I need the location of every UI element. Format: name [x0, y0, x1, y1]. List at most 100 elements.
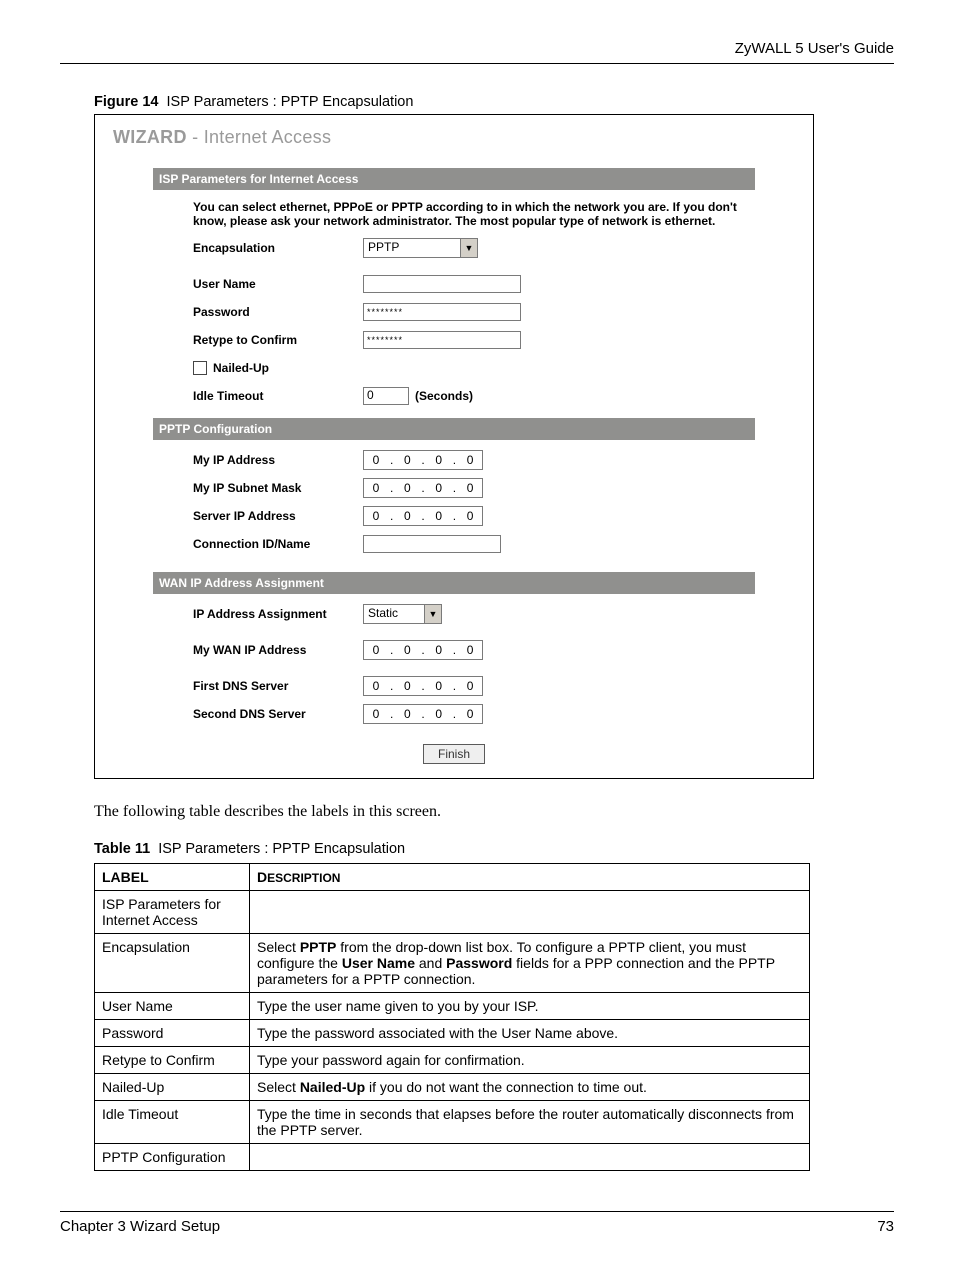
my-ip-input[interactable]: 0. 0. 0. 0 [363, 450, 483, 470]
td-label: Password [95, 1020, 250, 1047]
wizard-title-rest: - Internet Access [187, 127, 331, 147]
ip-octet[interactable]: 0 [364, 509, 388, 523]
header-guide-title: ZyWALL 5 User's Guide [60, 40, 894, 57]
wizard-title: WIZARD - Internet Access [113, 125, 795, 160]
td-desc: Select PPTP from the drop-down list box.… [250, 934, 810, 993]
dns1-input[interactable]: 0. 0. 0. 0 [363, 676, 483, 696]
ip-octet[interactable]: 0 [395, 481, 419, 495]
table-row: Nailed-Up Select Nailed-Up if you do not… [95, 1074, 810, 1101]
row-my-ip: My IP Address 0. 0. 0. 0 [153, 446, 755, 474]
td-desc: Type your password again for confirmatio… [250, 1047, 810, 1074]
nailed-up-checkbox[interactable] [193, 361, 207, 375]
ip-assignment-label: IP Address Assignment [193, 607, 363, 621]
row-connection-id: Connection ID/Name [153, 530, 755, 558]
my-mask-input[interactable]: 0. 0. 0. 0 [363, 478, 483, 498]
footer-chapter: Chapter 3 Wizard Setup [60, 1218, 220, 1235]
ip-octet[interactable]: 0 [364, 453, 388, 467]
connection-id-label: Connection ID/Name [193, 537, 363, 551]
page-footer: Chapter 3 Wizard Setup 73 [60, 1211, 894, 1235]
table-row: PPTP Configuration [95, 1144, 810, 1171]
dns2-input[interactable]: 0. 0. 0. 0 [363, 704, 483, 724]
ip-octet[interactable]: 0 [427, 481, 451, 495]
my-wan-ip-label: My WAN IP Address [193, 643, 363, 657]
td-label: Retype to Confirm [95, 1047, 250, 1074]
ip-octet[interactable]: 0 [395, 643, 419, 657]
table-label: Table 11 [94, 841, 150, 857]
row-ip-assignment: IP Address Assignment Static ▼ [153, 600, 755, 628]
table-caption: Table 11 ISP Parameters : PPTP Encapsula… [94, 841, 894, 857]
ip-octet[interactable]: 0 [364, 707, 388, 721]
ip-assignment-dropdown[interactable]: Static ▼ [363, 604, 442, 624]
dns1-label: First DNS Server [193, 679, 363, 693]
figure-caption: Figure 14 ISP Parameters : PPTP Encapsul… [94, 94, 894, 110]
row-encapsulation: Encapsulation PPTP ▼ [153, 234, 755, 262]
ip-octet[interactable]: 0 [458, 509, 482, 523]
ip-octet[interactable]: 0 [458, 481, 482, 495]
my-wan-ip-input[interactable]: 0. 0. 0. 0 [363, 640, 483, 660]
ip-octet[interactable]: 0 [458, 453, 482, 467]
row-password: Password ******** [153, 298, 755, 326]
figure-label: Figure 14 [94, 94, 158, 110]
row-retype: Retype to Confirm ******** [153, 326, 755, 354]
encapsulation-value: PPTP [364, 239, 460, 257]
my-ip-label: My IP Address [193, 453, 363, 467]
ip-octet[interactable]: 0 [427, 679, 451, 693]
footer-page-number: 73 [877, 1218, 894, 1235]
table-row: ISP Parameters for Internet Access [95, 891, 810, 934]
row-username: User Name [153, 270, 755, 298]
td-label: User Name [95, 993, 250, 1020]
password-label: Password [193, 305, 363, 319]
ip-octet[interactable]: 0 [427, 509, 451, 523]
table-row: Password Type the password associated wi… [95, 1020, 810, 1047]
row-nailed-up: Nailed-Up [153, 354, 755, 382]
password-input[interactable]: ******** [363, 303, 521, 321]
ip-octet[interactable]: 0 [395, 679, 419, 693]
chevron-down-icon: ▼ [424, 605, 441, 623]
section-bar-isp: ISP Parameters for Internet Access [153, 168, 755, 190]
table-title: ISP Parameters : PPTP Encapsulation [158, 841, 405, 857]
row-dns1: First DNS Server 0. 0. 0. 0 [153, 672, 755, 700]
ip-octet[interactable]: 0 [427, 707, 451, 721]
td-desc: Type the time in seconds that elapses be… [250, 1101, 810, 1144]
row-idle-timeout: Idle Timeout 0 (Seconds) [153, 382, 755, 410]
td-desc: Type the user name given to you by your … [250, 993, 810, 1020]
td-desc [250, 1144, 810, 1171]
ip-octet[interactable]: 0 [458, 643, 482, 657]
td-desc: Type the password associated with the Us… [250, 1020, 810, 1047]
server-ip-label: Server IP Address [193, 509, 363, 523]
figure-title: ISP Parameters : PPTP Encapsulation [167, 94, 414, 110]
retype-label: Retype to Confirm [193, 333, 363, 347]
retype-input[interactable]: ******** [363, 331, 521, 349]
ip-octet[interactable]: 0 [364, 643, 388, 657]
table-row: Encapsulation Select PPTP from the drop-… [95, 934, 810, 993]
td-label: Encapsulation [95, 934, 250, 993]
ip-octet[interactable]: 0 [458, 679, 482, 693]
finish-button[interactable]: Finish [423, 744, 485, 764]
ip-octet[interactable]: 0 [395, 707, 419, 721]
table-row: Idle Timeout Type the time in seconds th… [95, 1101, 810, 1144]
ip-octet[interactable]: 0 [427, 643, 451, 657]
wizard-window: WIZARD - Internet Access ISP Parameters … [94, 114, 814, 779]
ip-octet[interactable]: 0 [364, 679, 388, 693]
td-label: ISP Parameters for Internet Access [95, 891, 250, 934]
username-input[interactable] [363, 275, 521, 293]
ip-octet[interactable]: 0 [458, 707, 482, 721]
encapsulation-dropdown[interactable]: PPTP ▼ [363, 238, 478, 258]
ip-octet[interactable]: 0 [427, 453, 451, 467]
row-dns2: Second DNS Server 0. 0. 0. 0 [153, 700, 755, 728]
row-server-ip: Server IP Address 0. 0. 0. 0 [153, 502, 755, 530]
section-bar-wan: WAN IP Address Assignment [153, 572, 755, 594]
ip-octet[interactable]: 0 [395, 453, 419, 467]
td-label: Idle Timeout [95, 1101, 250, 1144]
ip-octet[interactable]: 0 [364, 481, 388, 495]
idle-timeout-input[interactable]: 0 [363, 387, 409, 405]
chevron-down-icon: ▼ [460, 239, 477, 257]
connection-id-input[interactable] [363, 535, 501, 553]
section-bar-pptp: PPTP Configuration [153, 418, 755, 440]
ip-octet[interactable]: 0 [395, 509, 419, 523]
server-ip-input[interactable]: 0. 0. 0. 0 [363, 506, 483, 526]
body-paragraph: The following table describes the labels… [94, 803, 894, 821]
td-desc [250, 891, 810, 934]
td-label: PPTP Configuration [95, 1144, 250, 1171]
ip-assignment-value: Static [364, 605, 424, 623]
